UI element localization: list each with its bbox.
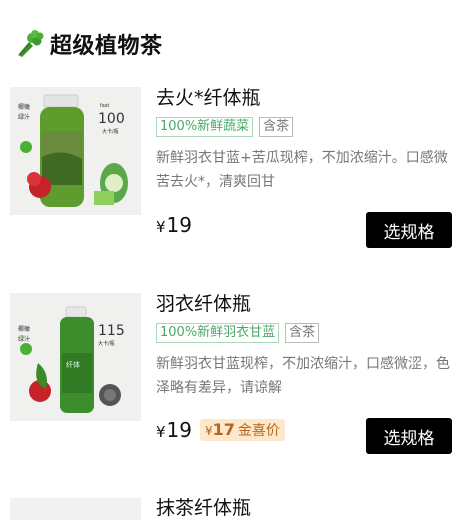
price-value: 19: [166, 418, 192, 442]
svg-text:椰橄: 椰橄: [18, 103, 30, 111]
product-name[interactable]: 羽衣纤体瓶: [156, 292, 452, 316]
svg-text:纤体: 纤体: [66, 360, 80, 369]
calorie-unit: 大卡/瓶: [102, 128, 119, 135]
section-header: 超级植物茶: [14, 28, 163, 60]
deal-label: 金喜价: [237, 423, 280, 439]
product-card[interactable]: 抹茶纤体瓶: [0, 496, 466, 520]
product-info: 抹茶纤体瓶: [156, 496, 452, 520]
product-description: 新鲜羽衣甘蓝现榨，不加浓缩汁，口感微涩，色泽略有差异，请谅解: [156, 356, 450, 396]
product-info: 羽衣纤体瓶 100%新鲜羽衣甘蓝 含茶 新鲜羽衣甘蓝现榨，不加浓缩汁，口感微涩，…: [156, 292, 452, 400]
select-spec-button[interactable]: 选规格: [366, 418, 452, 454]
svg-text:绿汁: 绿汁: [18, 113, 30, 121]
calorie-number: 115: [98, 323, 125, 339]
product-description: 新鲜羽衣甘蓝+苦瓜现榨，不加浓缩汁。口感微苦去火*，清爽回甘: [156, 150, 448, 190]
tag-tea: 含茶: [259, 117, 294, 137]
calorie-number: 100: [98, 111, 125, 127]
svg-text:绿汁: 绿汁: [18, 335, 30, 343]
price-value: 19: [166, 213, 192, 237]
select-spec-button[interactable]: 选规格: [366, 212, 452, 248]
product-name[interactable]: 去火*纤体瓶: [156, 86, 452, 110]
section-title: 超级植物茶: [50, 34, 163, 59]
tag-tea: 含茶: [285, 323, 320, 343]
product-card[interactable]: 椰橄 绿汁 fast 100 大卡/瓶 去火*纤体瓶 100%新鲜蔬菜 含茶 新…: [0, 86, 466, 256]
product-image[interactable]: 椰橄 绿汁 fast 100 大卡/瓶: [10, 87, 141, 215]
deal-price-value: 17: [212, 420, 235, 439]
price-row: ¥ 19 选规格: [156, 212, 452, 248]
tag-fresh: 100%新鲜蔬菜: [156, 117, 254, 137]
product-image[interactable]: 纤体 椰橄 绿汁 115 大卡/瓶: [10, 293, 141, 421]
calorie-unit: 大卡/瓶: [98, 340, 115, 347]
price: ¥ 19: [156, 418, 192, 442]
tag-fresh: 100%新鲜羽衣甘蓝: [156, 323, 280, 343]
tag-list: 100%新鲜羽衣甘蓝 含茶: [156, 323, 452, 343]
deal-price-badge: ¥ 17 金喜价: [200, 419, 285, 441]
svg-text:椰橄: 椰橄: [18, 325, 30, 333]
product-info: 去火*纤体瓶 100%新鲜蔬菜 含茶 新鲜羽衣甘蓝+苦瓜现榨，不加浓缩汁。口感微…: [156, 86, 452, 194]
product-image[interactable]: [10, 498, 141, 520]
svg-text:fast: fast: [100, 103, 109, 109]
product-card[interactable]: 纤体 椰橄 绿汁 115 大卡/瓶 羽衣纤体瓶 100%新鲜羽衣甘蓝 含茶 新鲜…: [0, 292, 466, 462]
price-row: ¥ 19 ¥ 17 金喜价 选规格: [156, 418, 452, 454]
price: ¥ 19: [156, 213, 192, 237]
celery-icon: [14, 29, 44, 59]
product-name[interactable]: 抹茶纤体瓶: [156, 496, 452, 520]
tag-list: 100%新鲜蔬菜 含茶: [156, 117, 452, 137]
